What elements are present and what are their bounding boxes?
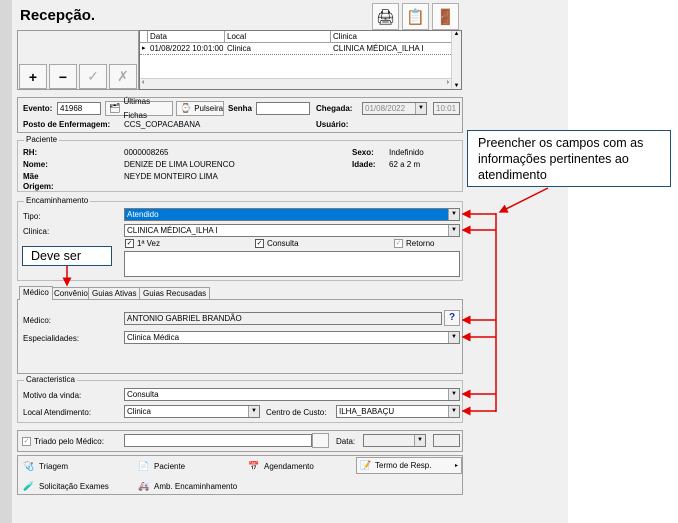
arrow-callout-to-tipo	[498, 187, 549, 213]
annotation-arrows	[62, 187, 549, 416]
tab-medico[interactable]: Médico	[19, 286, 53, 300]
